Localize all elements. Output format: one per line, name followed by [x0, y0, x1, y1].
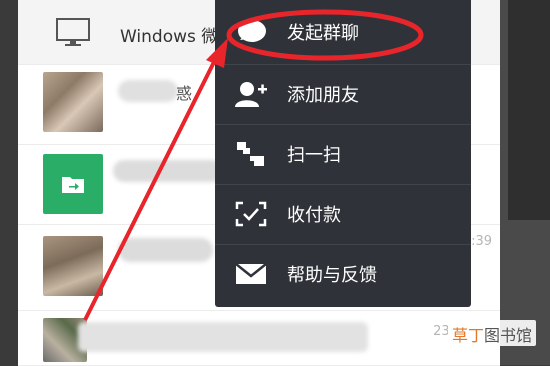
left-edge: [0, 0, 18, 365]
redacted-name: [113, 160, 223, 182]
menu-item-add-friends[interactable]: 添加朋友: [215, 64, 471, 125]
avatar: [43, 236, 103, 296]
menu-item-scan[interactable]: 扫一扫: [215, 124, 471, 185]
chat-name-fragment: 惑: [176, 84, 193, 103]
menu-item-label: 发起群聊: [287, 23, 359, 44]
redacted-name: [118, 80, 178, 102]
right-panel: [495, 0, 550, 365]
envelope-icon: [235, 263, 267, 284]
folder-arrow-icon: [62, 177, 84, 193]
add-contact-icon: [235, 82, 267, 107]
pc-login-label: Windows 微: [120, 27, 219, 47]
watermark-part1: 草丁: [452, 326, 485, 345]
scan-icon: [237, 142, 264, 166]
plus-dropdown-menu: 发起群聊 添加朋友 扫一扫 收付款 帮助与反馈: [215, 0, 471, 307]
menu-item-label: 帮助与反馈: [287, 265, 377, 286]
screenshot: Windows 微 惑 23:39 23: 发起群聊 添加朋友 扫一扫 收付款 …: [0, 0, 550, 366]
menu-item-label: 扫一扫: [287, 145, 341, 166]
right-panel-dark: [508, 0, 550, 220]
menu-item-payment[interactable]: 收付款: [215, 184, 471, 245]
chat-row[interactable]: 23:: [18, 310, 500, 366]
menu-item-label: 收付款: [287, 205, 341, 226]
menu-item-help-feedback[interactable]: 帮助与反馈: [215, 244, 471, 304]
menu-item-start-group-chat[interactable]: 发起群聊: [215, 0, 471, 65]
file-transfer-avatar: [43, 154, 103, 214]
pay-scan-icon: [235, 201, 267, 227]
monitor-icon: [56, 18, 90, 46]
redacted-name: [78, 322, 368, 352]
avatar: [43, 72, 103, 132]
new-chat-bubble-icon: [238, 20, 266, 42]
menu-item-label: 添加朋友: [287, 85, 359, 106]
watermark: 草丁图书馆: [448, 320, 537, 346]
watermark-part2: 图书馆: [484, 326, 533, 345]
redacted-name: [118, 238, 213, 262]
